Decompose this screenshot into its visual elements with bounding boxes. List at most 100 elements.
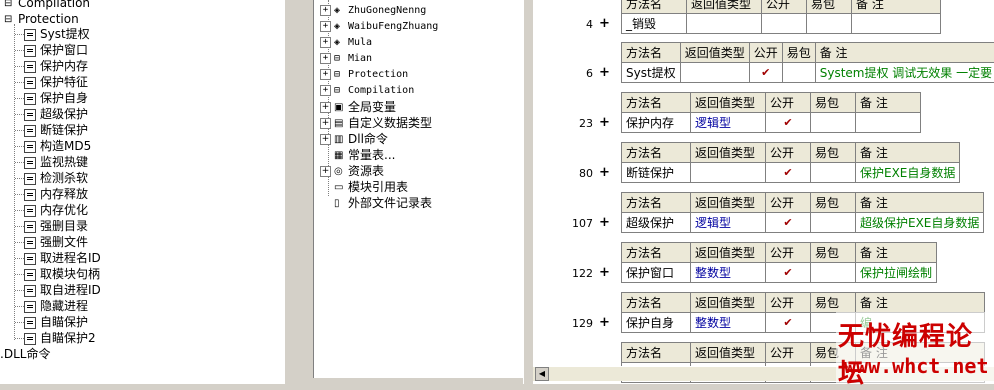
public-checkbox[interactable] (762, 14, 807, 34)
expand-icon[interactable]: + (320, 118, 331, 129)
expand-plus-icon[interactable]: + (599, 65, 610, 80)
public-checkbox[interactable]: ✔ (766, 163, 811, 183)
category-item[interactable]: ▭模块引用表 (320, 179, 408, 195)
tree-item[interactable]: 监视热键 (24, 154, 88, 170)
module-item[interactable]: +⊟Protection (320, 67, 408, 83)
note-cell[interactable] (852, 14, 941, 34)
note-cell[interactable]: System提权 调试无效果 一定要 (815, 63, 994, 83)
table-row[interactable]: 断链保护 ✔ 保护EXE自身数据 (622, 163, 960, 183)
module-item[interactable]: +⊟Mian (320, 51, 372, 67)
public-checkbox[interactable]: ✔ (749, 63, 782, 83)
note-cell[interactable]: 超级保护EXE自身数据 (856, 213, 984, 233)
tree-item[interactable]: 保护自身 (24, 90, 88, 106)
category-item[interactable]: +▣全局变量 (320, 99, 396, 115)
method-table[interactable]: 方法名返回值类型公开易包备 注Syst提权✔System提权 调试无效果 一定要 (621, 42, 994, 83)
category-item[interactable]: +▤自定义数据类型 (320, 115, 432, 131)
return-type-cell[interactable] (680, 63, 749, 83)
return-type-cell[interactable]: 逻辑型 (691, 113, 766, 133)
category-item[interactable]: ▯外部文件记录表 (320, 195, 432, 211)
right-splitter[interactable] (524, 0, 533, 384)
expand-plus-icon[interactable]: + (599, 16, 610, 31)
method-table[interactable]: 方法名返回值类型公开易包备 注_销毁 (621, 0, 941, 34)
expand-icon[interactable]: + (320, 69, 331, 80)
public-checkbox[interactable]: ✔ (766, 313, 811, 333)
category-item[interactable]: +▥Dll命令 (320, 131, 388, 147)
tree-item[interactable]: 保护内存 (24, 58, 88, 74)
table-row[interactable]: 保护窗口整数型✔ 保护拉闸绘制 (622, 263, 937, 283)
return-type-cell[interactable] (691, 163, 766, 183)
expand-icon[interactable]: + (320, 134, 331, 145)
tree-item[interactable]: 强删文件 (24, 234, 88, 250)
left-tree-panel[interactable]: ⊟Compilation⊟ProtectionSyst提权保护窗口保护内存保护特… (0, 0, 285, 384)
method-table[interactable]: 方法名返回值类型公开易包备 注保护窗口整数型✔保护拉闸绘制 (621, 242, 937, 283)
tree-item[interactable]: 取自进程ID (24, 282, 101, 298)
module-item[interactable]: +◈ZhuGonegNenng (320, 3, 426, 19)
public-checkbox[interactable]: ✔ (766, 113, 811, 133)
table-row[interactable]: Syst提权 ✔ System提权 调试无效果 一定要 (622, 63, 994, 83)
expand-plus-icon[interactable]: + (599, 115, 610, 130)
return-type-cell[interactable]: 逻辑型 (691, 213, 766, 233)
expand-plus-icon[interactable]: + (599, 165, 610, 180)
tree-module-protection[interactable]: ⊟Protection (4, 11, 79, 27)
method-name-cell[interactable]: 超级保护 (622, 213, 691, 233)
return-type-cell[interactable]: 整数型 (691, 313, 766, 333)
easy-pack-cell[interactable] (811, 163, 856, 183)
category-item[interactable]: +◎资源表 (320, 163, 384, 179)
method-name-cell[interactable]: 保护内存 (622, 113, 691, 133)
tree-item[interactable]: 超级保护 (24, 106, 88, 122)
tree-item[interactable]: 取模块句柄 (24, 266, 100, 282)
method-name-cell[interactable]: 保护自身 (622, 313, 691, 333)
tree-item[interactable]: 强删目录 (24, 218, 88, 234)
expand-plus-icon[interactable]: + (599, 315, 610, 330)
scroll-left-icon[interactable]: ◀ (535, 367, 549, 381)
tree-item[interactable]: 构造MD5 (24, 138, 91, 154)
method-name-cell[interactable]: 断链保护 (622, 163, 691, 183)
tree-item[interactable]: 内存优化 (24, 202, 88, 218)
public-checkbox[interactable]: ✔ (766, 263, 811, 283)
expand-plus-icon[interactable]: + (599, 265, 610, 280)
expand-icon[interactable]: + (320, 5, 331, 16)
module-item[interactable]: +◈Mula (320, 35, 372, 51)
tree-item[interactable]: 保护特征 (24, 74, 88, 90)
tree-item[interactable]: 自瞄保护2 (24, 330, 96, 346)
return-type-cell[interactable] (687, 14, 762, 34)
table-row[interactable]: 保护内存逻辑型✔ (622, 113, 921, 133)
note-cell[interactable]: 保护EXE自身数据 (856, 163, 960, 183)
module-item[interactable]: +⊟Compilation (320, 83, 414, 99)
note-cell[interactable] (856, 113, 921, 133)
expand-icon[interactable]: + (320, 85, 331, 96)
module-item[interactable]: +◈WaibuFengZhuang (320, 19, 438, 35)
left-splitter[interactable] (285, 0, 313, 384)
expand-icon[interactable]: + (320, 37, 331, 48)
tree-item[interactable]: 检测杀软 (24, 170, 88, 186)
table-row[interactable]: _销毁 (622, 14, 941, 34)
tree-item[interactable]: 保护窗口 (24, 42, 88, 58)
tree-item-dll[interactable]: .DLL命令 (0, 346, 50, 362)
expand-icon[interactable]: + (320, 166, 331, 177)
tree-item[interactable]: Syst提权 (24, 26, 90, 42)
method-table[interactable]: 方法名返回值类型公开易包备 注保护内存逻辑型✔ (621, 92, 921, 133)
method-name-cell[interactable]: _销毁 (622, 14, 687, 34)
tree-item[interactable]: 自瞄保护 (24, 314, 88, 330)
expand-plus-icon[interactable]: + (599, 215, 610, 230)
tree-item[interactable]: 取进程名ID (24, 250, 101, 266)
easy-pack-cell[interactable] (811, 113, 856, 133)
easy-pack-cell[interactable] (782, 63, 815, 83)
method-name-cell[interactable]: Syst提权 (622, 63, 681, 83)
category-item[interactable]: ▦常量表... (320, 147, 395, 163)
tree-item[interactable]: 内存释放 (24, 186, 88, 202)
tree-item[interactable]: 隐藏进程 (24, 298, 88, 314)
method-table[interactable]: 方法名返回值类型公开易包备 注超级保护逻辑型✔超级保护EXE自身数据 (621, 192, 984, 233)
easy-pack-cell[interactable] (811, 213, 856, 233)
easy-pack-cell[interactable] (807, 14, 852, 34)
note-cell[interactable]: 保护拉闸绘制 (856, 263, 937, 283)
easy-pack-cell[interactable] (811, 263, 856, 283)
expand-icon[interactable]: + (320, 102, 331, 113)
method-name-cell[interactable]: 保护窗口 (622, 263, 691, 283)
tree-item[interactable]: 断链保护 (24, 122, 88, 138)
table-row[interactable]: 超级保护逻辑型✔ 超级保护EXE自身数据 (622, 213, 984, 233)
program-tree-panel[interactable]: +◈ZhuGonegNenng+◈WaibuFengZhuang+◈Mula+⊟… (313, 0, 525, 384)
tree-module-compilation[interactable]: ⊟Compilation (4, 0, 90, 11)
public-checkbox[interactable]: ✔ (766, 213, 811, 233)
return-type-cell[interactable]: 整数型 (691, 263, 766, 283)
